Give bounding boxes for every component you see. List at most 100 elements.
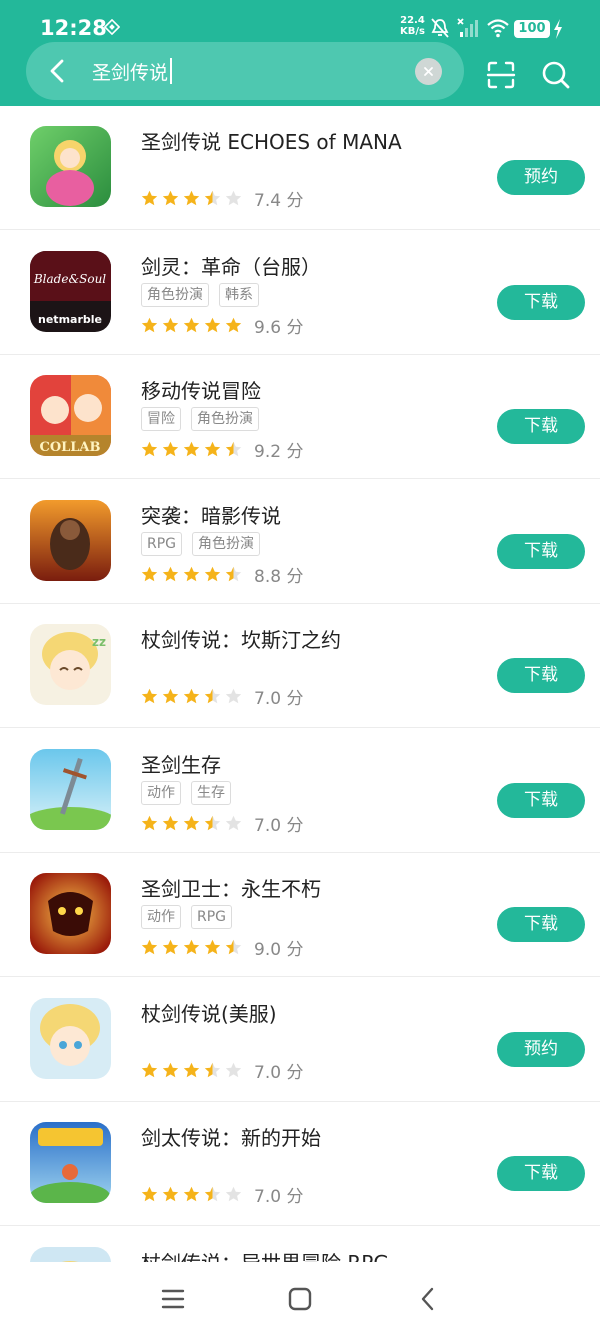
star-icon	[162, 317, 179, 332]
app-name[interactable]: 杖剑传说(美服)	[141, 998, 277, 1027]
app-icon[interactable]	[30, 997, 111, 1079]
star-icon	[162, 939, 179, 955]
search-icon[interactable]	[541, 60, 571, 90]
back-nav-icon[interactable]	[415, 1286, 441, 1312]
star-icon	[183, 939, 200, 955]
home-icon[interactable]	[287, 1286, 313, 1312]
menu-icon[interactable]	[160, 1286, 186, 1312]
text-cursor	[170, 58, 172, 84]
app-rating: 7.0 分	[141, 811, 303, 836]
download-button[interactable]: 下载	[497, 658, 585, 693]
app-icon[interactable]	[30, 126, 111, 207]
star-icon	[162, 1186, 179, 1202]
app-tag: RPG	[141, 531, 183, 556]
star-icon	[225, 1186, 242, 1202]
download-button[interactable]: 下载	[497, 1156, 585, 1191]
star-icon	[183, 317, 200, 332]
star-icon	[183, 1186, 200, 1202]
sync-icon	[104, 19, 120, 35]
download-button[interactable]: 下载	[497, 907, 585, 942]
app-result-row[interactable]: 剑太传说：新的开始 7.0 分 下载	[0, 1102, 600, 1226]
star-rating	[141, 688, 242, 705]
reserve-button[interactable]: 预约	[497, 1031, 585, 1067]
star-icon	[225, 566, 242, 581]
star-icon	[162, 815, 179, 830]
star-icon	[183, 566, 200, 581]
app-result-row[interactable]: 突袭：暗影传说 RPG 角色扮演 8.8 分 下载	[0, 480, 600, 604]
search-input[interactable]	[92, 56, 392, 86]
app-rating: 9.0 分	[141, 935, 303, 960]
app-result-row[interactable]: zz 杖剑传说：坎斯汀之约 7.0 分 下载	[0, 604, 600, 728]
svg-text:Blade&Soul: Blade&Soul	[33, 272, 106, 286]
download-button[interactable]: 下载	[497, 284, 585, 320]
star-icon	[162, 1062, 179, 1077]
app-icon[interactable]	[30, 1122, 111, 1203]
star-icon	[225, 815, 242, 830]
scan-icon[interactable]	[486, 60, 516, 90]
app-icon[interactable]	[30, 499, 111, 581]
star-icon	[225, 1062, 242, 1077]
app-rating: 9.6 分	[141, 313, 303, 338]
app-icon[interactable]: COLLAB	[30, 375, 111, 456]
back-icon[interactable]	[44, 56, 72, 86]
app-name[interactable]: 杖剑传说：异世界冒险 RPG	[141, 1247, 389, 1263]
app-result-row[interactable]: Blade&Soul netmarble 剑灵：革命（台服） 角色扮演 韩系 9.6 分 下…	[0, 231, 600, 355]
charging-icon	[554, 19, 562, 39]
app-icon[interactable]: Blade&Soul netmarble	[30, 250, 111, 332]
app-icon[interactable]: zz	[30, 624, 111, 705]
app-icon[interactable]	[30, 873, 111, 954]
app-result-row[interactable]: 圣剑生存 动作 生存 7.0 分 下载	[0, 729, 600, 853]
star-rating	[141, 1062, 242, 1079]
star-icon	[204, 1186, 221, 1202]
app-tag: 动作	[141, 905, 181, 929]
app-name[interactable]: 圣剑生存	[141, 749, 221, 778]
clear-icon[interactable]	[415, 58, 442, 85]
app-result-row[interactable]: 杖剑传说：异世界冒险 RPG	[0, 1227, 600, 1263]
app-score: 7.4 分	[254, 191, 304, 211]
svg-text:zz: zz	[92, 635, 106, 649]
star-icon	[204, 1062, 221, 1077]
star-icon	[204, 566, 221, 581]
star-icon	[225, 939, 242, 955]
download-button[interactable]: 下载	[497, 533, 585, 569]
app-rating: 9.2 分	[141, 437, 303, 462]
app-result-row[interactable]: 圣剑卫士：永生不朽 动作 RPG 9.0 分 下载	[0, 853, 600, 977]
star-icon	[141, 317, 158, 332]
star-icon	[183, 1062, 200, 1077]
app-name[interactable]: 圣剑卫士：永生不朽	[141, 873, 321, 902]
star-icon	[141, 1062, 158, 1077]
app-tag: 韩系	[219, 282, 259, 307]
app-name[interactable]: 剑太传说：新的开始	[141, 1122, 321, 1151]
star-icon	[225, 317, 242, 332]
app-score: 9.0 分	[254, 940, 304, 960]
battery-indicator: 100	[514, 20, 550, 38]
star-icon	[204, 688, 221, 704]
app-result-row[interactable]: COLLAB 移动传说冒险冒险 角色扮演 9.2 分 下载	[0, 355, 600, 479]
app-tags: 冒险 角色扮演	[141, 407, 259, 431]
app-rating: 7.4 分	[141, 186, 303, 211]
status-time: 12:28	[40, 16, 107, 40]
app-name[interactable]: 杖剑传说：坎斯汀之约	[141, 624, 341, 653]
app-icon[interactable]	[30, 748, 111, 830]
download-button[interactable]: 下载	[497, 409, 585, 444]
star-icon	[204, 190, 221, 206]
app-name[interactable]: 突袭：暗影传说	[141, 500, 281, 529]
star-icon	[183, 688, 200, 704]
app-name[interactable]: 圣剑传说 ECHOES of MANA	[141, 126, 402, 155]
star-icon	[141, 441, 158, 457]
app-result-row[interactable]: 圣剑传说 ECHOES of MANA 7.4 分 预约	[0, 106, 600, 230]
app-tag: 动作	[141, 780, 181, 805]
app-icon[interactable]	[30, 1246, 111, 1262]
download-button[interactable]: 下载	[497, 782, 585, 818]
app-result-row[interactable]: 杖剑传说(美服) 7.0 分 预约	[0, 978, 600, 1102]
app-name[interactable]: 剑灵：革命（台服）	[141, 251, 321, 280]
app-name[interactable]: 移动传说冒险	[141, 375, 261, 404]
search-results-list[interactable]: 圣剑传说 ECHOES of MANA 7.4 分预约 Blade&Soul netm…	[0, 106, 600, 1262]
app-rating: 7.0 分	[141, 684, 303, 709]
app-tags: 动作 生存	[141, 780, 231, 805]
star-icon	[225, 441, 242, 457]
star-icon	[225, 688, 242, 704]
svg-text:netmarble: netmarble	[38, 313, 102, 326]
reserve-button[interactable]: 预约	[497, 160, 585, 195]
system-nav-bar	[0, 1262, 600, 1333]
